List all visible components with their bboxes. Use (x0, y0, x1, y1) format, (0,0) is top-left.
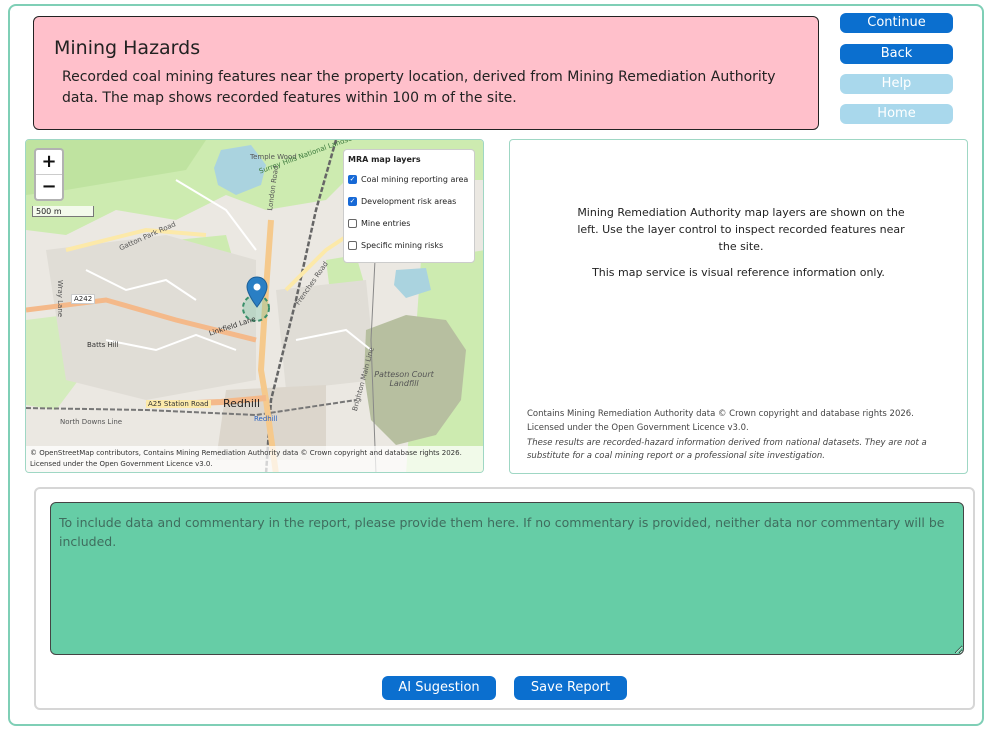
layer-label: Coal mining reporting area (361, 174, 469, 184)
ai-suggestion-button[interactable]: AI Sugestion (382, 676, 496, 700)
continue-button[interactable]: Continue (840, 13, 953, 33)
map-info-panel: Mining Remediation Authority map layers … (509, 139, 968, 474)
checkbox-unchecked-icon[interactable] (348, 240, 357, 250)
map-label-a242: A242 (71, 294, 96, 304)
map-label-redhill-station: Redhill (254, 415, 278, 423)
layer-specific-mining-risks[interactable]: Specific mining risks (348, 234, 474, 256)
map-label-redhill: Redhill (223, 397, 261, 410)
save-report-button[interactable]: Save Report (514, 676, 627, 700)
info-credit: Contains Mining Remediation Authority da… (527, 409, 914, 433)
map-label-patteson: Patteson Court Landfill (374, 370, 434, 388)
home-button[interactable]: Home (840, 104, 953, 124)
layer-control: MRA map layers ✓ Coal mining reporting a… (343, 149, 475, 263)
checkbox-unchecked-icon[interactable] (348, 218, 357, 228)
zoom-out-button[interactable]: − (36, 174, 62, 199)
info-description: Mining Remediation Authority map layers … (577, 206, 905, 253)
map-scale-bar: 500 m (32, 206, 94, 217)
help-button[interactable]: Help (840, 74, 953, 94)
map-attribution: © OpenStreetMap contributors, Contains M… (26, 446, 483, 472)
location-marker-icon[interactable] (246, 276, 268, 308)
info-note: This map service is visual reference inf… (592, 266, 885, 279)
layer-development-risk-areas[interactable]: ✓ Development risk areas (348, 190, 474, 212)
map-label-batts-hill: Batts Hill (87, 341, 119, 349)
page-description: Recorded coal mining features near the p… (62, 69, 776, 106)
layer-control-title: MRA map layers (348, 155, 421, 164)
checkbox-checked-icon[interactable]: ✓ (348, 196, 357, 206)
mining-map[interactable]: Temple Wood Surrey Hills National Landsc… (25, 139, 484, 473)
layer-coal-mining-reporting-area[interactable]: ✓ Coal mining reporting area (348, 168, 474, 190)
zoom-control: + − (34, 148, 64, 201)
commentary-textarea[interactable] (50, 502, 964, 655)
layer-mine-entries[interactable]: Mine entries (348, 212, 474, 234)
zoom-in-button[interactable]: + (36, 150, 62, 174)
layer-label: Specific mining risks (361, 240, 444, 250)
checkbox-checked-icon[interactable]: ✓ (348, 174, 357, 184)
layer-label: Development risk areas (361, 196, 457, 206)
map-label-wray: Wray Lane (56, 280, 64, 318)
commentary-panel: AI Sugestion Save Report (34, 487, 975, 710)
map-label-north-downs: North Downs Line (60, 418, 123, 426)
info-disclaimer: These results are recorded-hazard inform… (527, 438, 927, 461)
hazard-header-panel: Mining Hazards Recorded coal mining feat… (33, 16, 819, 130)
page-title: Mining Hazards (54, 37, 201, 59)
map-label-a25: A25 Station Road (146, 400, 211, 408)
layer-label: Mine entries (361, 218, 411, 228)
back-button[interactable]: Back (840, 44, 953, 64)
